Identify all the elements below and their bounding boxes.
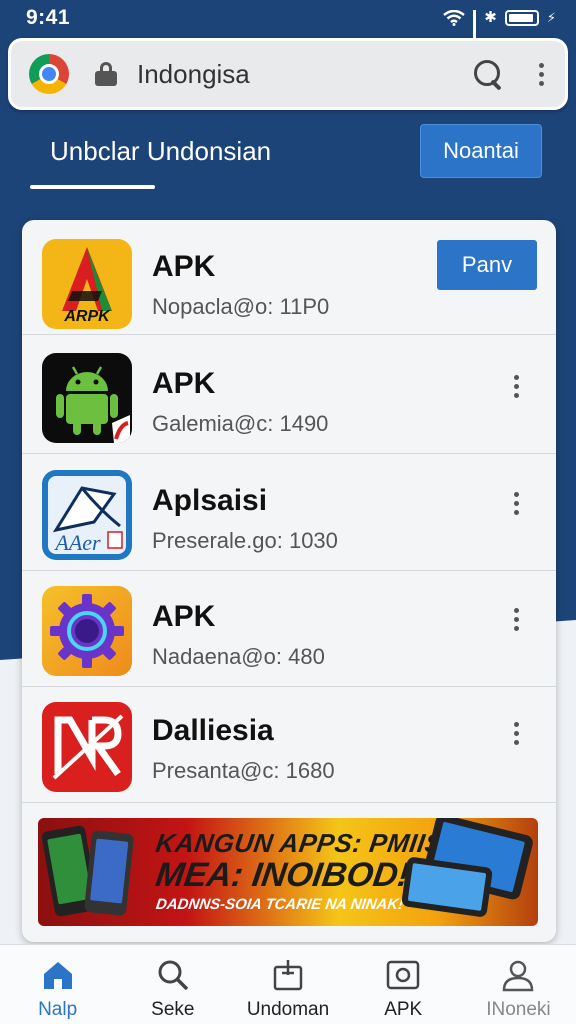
app-action-button[interactable]: Panv: [437, 240, 537, 290]
browser-address-bar[interactable]: Indongisa: [8, 38, 568, 110]
nav-item-downloads[interactable]: Undoman: [230, 945, 345, 1024]
home-icon: [43, 962, 72, 989]
nav-label: Undoman: [246, 999, 330, 1020]
more-options-icon[interactable]: [535, 62, 547, 86]
nav-item-search[interactable]: Seke: [115, 945, 230, 1024]
nav-item-home[interactable]: Nalp: [0, 945, 115, 1024]
header-action-button[interactable]: Noantai: [420, 124, 542, 178]
nav-label: INoneki: [486, 999, 551, 1020]
search-icon[interactable]: [471, 57, 505, 91]
chrome-logo-icon: [29, 54, 69, 94]
phones-left-icon: [42, 825, 134, 917]
wifi-icon: [443, 10, 466, 26]
app-row[interactable]: APK Nadaena@o: 480: [22, 572, 556, 687]
sail-icon-text: AAer: [53, 530, 101, 555]
app-name: Dalliesia: [152, 714, 274, 747]
app-meta: Preserale.go: 1030: [152, 528, 338, 553]
android-robot-icon: [42, 353, 132, 443]
arpk-logo-icon: ARPK: [42, 239, 132, 329]
nav-item-profile[interactable]: INoneki: [461, 945, 576, 1024]
app-row[interactable]: APK Galemia@c: 1490: [22, 339, 556, 454]
phones-right-icon: [401, 818, 533, 917]
app-name: APK: [152, 600, 216, 633]
apk-box-icon: [386, 960, 420, 990]
red-nr-logo-icon: [42, 702, 132, 792]
bluetooth-icon: ✱: [484, 9, 497, 26]
banner-subtitle: DADNNS-SOIA TCARIE NA NINAK!: [154, 896, 405, 913]
app-row[interactable]: Dalliesia Presanta@c: 1680: [22, 688, 556, 803]
tab-underline: [30, 185, 155, 189]
status-bar: 9:41 ✱ ⚡: [0, 0, 576, 51]
nav-item-apk[interactable]: APK: [346, 945, 461, 1024]
row-more-icon[interactable]: [510, 722, 522, 745]
promo-banner[interactable]: KANGUN APPS: PMIIS MEA: INOIBOD! DADNNS-…: [38, 818, 538, 926]
search-icon: [158, 960, 189, 991]
row-more-icon[interactable]: [510, 375, 522, 398]
app-name: APK: [152, 250, 216, 283]
sail-aaer-icon: AAer: [42, 470, 132, 560]
app-row[interactable]: AAer Aplsaisi Preserale.go: 1030: [22, 456, 556, 571]
lock-icon: [95, 62, 117, 86]
status-icons: ✱ ⚡: [443, 9, 556, 51]
app-name: Aplsaisi: [152, 484, 268, 517]
nav-label: Nalp: [38, 999, 78, 1020]
app-meta: Nopacla@o: 11P0: [152, 294, 330, 319]
signal-icon: [473, 10, 477, 51]
app-row[interactable]: ARPK APK Nopacla@o: 11P0 Panv: [22, 220, 556, 335]
tab-header: Unbclar Undonsian Noantai: [0, 118, 576, 190]
status-time: 9:41: [26, 6, 71, 29]
bottom-nav: Nalp Seke Undoman APK INoneki: [0, 944, 576, 1024]
app-meta: Galemia@c: 1490: [152, 411, 329, 436]
battery-icon: [504, 10, 539, 26]
url-text[interactable]: Indongisa: [137, 59, 471, 90]
app-meta: Presanta@c: 1680: [152, 758, 335, 783]
banner-title: MEA: INOIBOD!: [153, 856, 412, 894]
tab-active[interactable]: Unbclar Undonsian: [50, 136, 271, 167]
row-more-icon[interactable]: [510, 492, 522, 515]
purple-gear-icon: [42, 586, 132, 676]
app-list: ARPK APK Nopacla@o: 11P0 Panv APK Galemi…: [22, 220, 556, 942]
charging-icon: ⚡: [546, 10, 556, 25]
nav-label: Seke: [151, 999, 195, 1020]
app-name: APK: [152, 367, 216, 400]
arpk-logo-text: ARPK: [63, 308, 111, 325]
row-more-icon[interactable]: [510, 608, 522, 631]
app-meta: Nadaena@o: 480: [152, 644, 325, 669]
profile-icon: [503, 960, 534, 992]
nav-label: APK: [384, 999, 423, 1020]
download-box-icon: [273, 960, 303, 991]
